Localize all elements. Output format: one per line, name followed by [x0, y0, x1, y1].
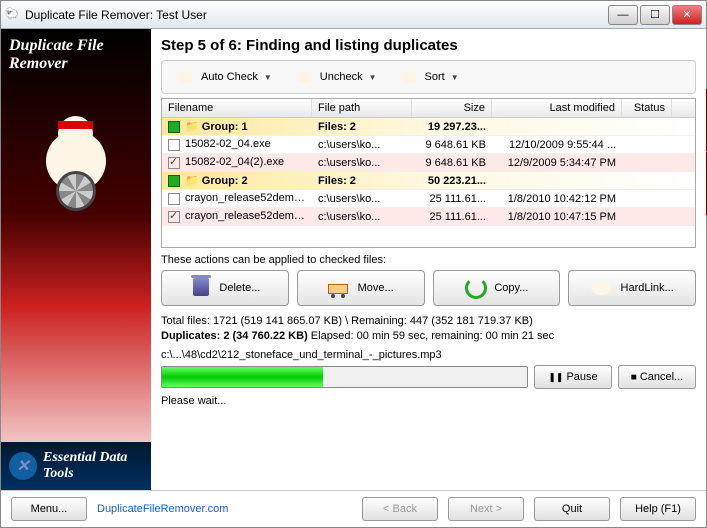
- back-button[interactable]: < Back: [362, 497, 438, 521]
- chevron-down-icon: ▼: [264, 73, 272, 82]
- current-file: c:\...\48\cd2\212_stoneface_und_terminal…: [161, 349, 696, 361]
- progress-bar: [161, 366, 528, 388]
- col-size[interactable]: Size: [412, 99, 492, 117]
- menu-button[interactable]: Menu...: [11, 497, 87, 521]
- pause-icon: [548, 371, 563, 383]
- toolbar: Auto Check▼ Uncheck▼ Sort▼: [161, 60, 696, 94]
- window-title: Duplicate File Remover: Test User: [21, 8, 608, 22]
- stats-line1: Total files: 1721 (519 141 865.07 KB) \ …: [161, 314, 696, 329]
- group-header[interactable]: 📁 Group: 1Files: 219 297.23...: [162, 118, 695, 136]
- close-button[interactable]: ✕: [672, 5, 702, 25]
- file-list[interactable]: Filename File path Size Last modified St…: [161, 98, 696, 248]
- sort-button[interactable]: Sort▼: [388, 63, 468, 91]
- product-name: Duplicate File Remover: [1, 29, 151, 81]
- maximize-button[interactable]: ☐: [640, 5, 670, 25]
- row-checkbox[interactable]: [168, 139, 180, 151]
- row-checkbox[interactable]: [168, 211, 180, 223]
- group-header[interactable]: 📁 Group: 2Files: 250 223.21...: [162, 172, 695, 190]
- quit-button[interactable]: Quit: [534, 497, 610, 521]
- trash-icon: [189, 276, 213, 300]
- pause-button[interactable]: Pause: [534, 365, 612, 389]
- cancel-button[interactable]: Cancel...: [618, 365, 696, 389]
- col-filename[interactable]: Filename: [162, 99, 312, 117]
- delete-button[interactable]: Delete...: [161, 270, 289, 306]
- stop-icon: [631, 371, 637, 383]
- sidebar: Duplicate File Remover Essential Data To…: [1, 29, 151, 490]
- uncheck-button[interactable]: Uncheck▼: [283, 63, 386, 91]
- minimize-button[interactable]: —: [608, 5, 638, 25]
- suite-name: Essential Data Tools: [1, 442, 151, 490]
- move-button[interactable]: Move...: [297, 270, 425, 306]
- stats-elapsed: Elapsed: 00 min 59 sec, remaining: 00 mi…: [308, 330, 554, 342]
- list-header[interactable]: Filename File path Size Last modified St…: [162, 99, 695, 118]
- refresh-icon: [464, 276, 488, 300]
- cart-icon: [328, 276, 352, 300]
- titlebar: 🐑 Duplicate File Remover: Test User — ☐ …: [1, 1, 706, 29]
- wait-label: Please wait...: [161, 395, 696, 407]
- stats-duplicates: Duplicates: 2 (34 760.22 KB): [161, 330, 308, 342]
- chevron-down-icon: ▼: [369, 73, 377, 82]
- next-button[interactable]: Next >: [448, 497, 524, 521]
- step-heading: Step 5 of 6: Finding and listing duplica…: [161, 37, 696, 54]
- col-modified[interactable]: Last modified: [492, 99, 622, 117]
- row-checkbox[interactable]: [168, 157, 180, 169]
- file-row[interactable]: crayon_release52demo.exec:\users\ko...25…: [162, 190, 695, 208]
- file-row[interactable]: crayon_release52demo(2).c:\users\ko...25…: [162, 208, 695, 226]
- col-status[interactable]: Status: [622, 99, 672, 117]
- stats: Total files: 1721 (519 141 865.07 KB) \ …: [161, 314, 696, 345]
- autocheck-button[interactable]: Auto Check▼: [164, 63, 281, 91]
- copy-button[interactable]: Copy...: [433, 270, 561, 306]
- file-row[interactable]: 15082-02_04(2).exec:\users\ko...9 648.61…: [162, 154, 695, 172]
- col-filepath[interactable]: File path: [312, 99, 412, 117]
- app-icon: 🐑: [5, 7, 21, 23]
- link-icon: [591, 276, 615, 300]
- tools-icon: [9, 452, 37, 480]
- help-button[interactable]: Help (F1): [620, 497, 696, 521]
- row-checkbox[interactable]: [168, 193, 180, 205]
- website-link[interactable]: DuplicateFileRemover.com: [97, 503, 352, 515]
- file-row[interactable]: 15082-02_04.exec:\users\ko...9 648.61 KB…: [162, 136, 695, 154]
- chevron-down-icon: ▼: [451, 73, 459, 82]
- mascot-image: [26, 101, 126, 241]
- actions-label: These actions can be applied to checked …: [161, 254, 696, 266]
- footer: Menu... DuplicateFileRemover.com < Back …: [1, 490, 706, 527]
- hardlink-button[interactable]: HardLink...: [568, 270, 696, 306]
